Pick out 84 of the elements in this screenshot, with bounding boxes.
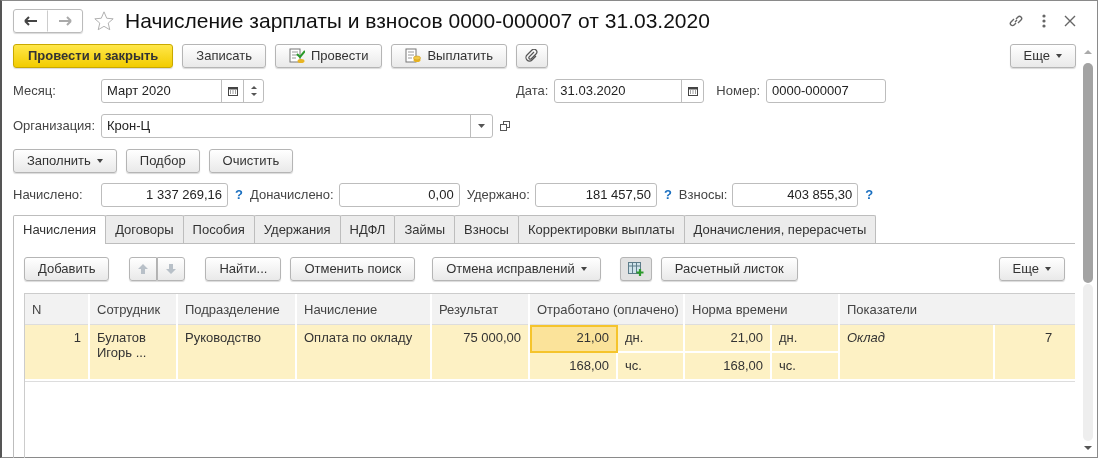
- table-cell: чс.: [618, 353, 685, 381]
- button[interactable]: Добавить: [24, 257, 110, 281]
- button[interactable]: Записать: [182, 44, 266, 68]
- help-icon[interactable]: ?: [865, 185, 874, 205]
- total-label: Удержано:: [466, 186, 530, 205]
- tab[interactable]: Займы: [394, 214, 456, 243]
- field-label: Дата:: [515, 82, 549, 101]
- caret-icon: [1056, 54, 1062, 58]
- total-field[interactable]: 403 855,30: [733, 184, 858, 206]
- spin-down-icon[interactable]: [250, 93, 257, 97]
- total-field[interactable]: 0,00: [339, 184, 459, 206]
- total-label: Доначислено:: [249, 186, 334, 205]
- scroll-down-icon[interactable]: [1084, 445, 1092, 451]
- table-cell: 1: [25, 325, 90, 381]
- window-title: Начисление зарплаты и взносов 0000-000007 от 31.03.2020: [125, 8, 710, 35]
- total-label: Начислено:: [13, 186, 84, 205]
- star-icon[interactable]: [93, 10, 115, 32]
- back-arrow-icon: [24, 16, 38, 26]
- paperclip-icon: [524, 49, 539, 63]
- dropdown-caret-icon[interactable]: [478, 124, 485, 128]
- field-label: Месяц:: [13, 82, 57, 101]
- tab[interactable]: Удержания: [253, 214, 341, 243]
- calendar-icon[interactable]: [227, 86, 238, 96]
- table-cell: Булатов Игорь ...: [90, 325, 178, 381]
- table-plus-icon: [627, 262, 644, 276]
- more-button[interactable]: Еще: [1009, 44, 1076, 68]
- help-icon[interactable]: ?: [235, 185, 243, 205]
- field-label: Номер:: [716, 82, 760, 101]
- date-field[interactable]: 31.03.2020: [555, 80, 682, 102]
- tab[interactable]: Договоры: [105, 214, 184, 243]
- document-coins-icon: [405, 48, 422, 64]
- tab[interactable]: Начисления: [13, 214, 107, 244]
- button[interactable]: Провести: [274, 44, 383, 68]
- total-label: Взносы:: [678, 186, 728, 205]
- month-picker[interactable]: Март 2020: [101, 79, 264, 103]
- tab[interactable]: Взносы: [454, 214, 519, 243]
- table-cell: 168,00: [685, 353, 772, 381]
- field-label: Организация:: [13, 117, 97, 136]
- forward-arrow-icon: [58, 16, 72, 26]
- date-picker[interactable]: 31.03.2020: [554, 79, 705, 103]
- total-field[interactable]: 1 337 269,16: [102, 184, 227, 206]
- month-field[interactable]: Март 2020: [102, 80, 221, 102]
- table-cell: Оклад: [840, 325, 995, 381]
- open-window-icon[interactable]: [500, 121, 510, 131]
- close-icon[interactable]: [1064, 15, 1076, 27]
- total-field[interactable]: 181 457,50: [535, 184, 656, 206]
- help-icon[interactable]: ?: [663, 185, 672, 205]
- table-cell: дн.: [618, 325, 685, 353]
- button[interactable]: Выплатить: [391, 44, 507, 68]
- more-button[interactable]: Еще: [998, 257, 1065, 281]
- table-cell: Руководство: [178, 325, 297, 381]
- table-cell: дн.: [772, 325, 840, 353]
- add-column-button[interactable]: [619, 257, 652, 281]
- table-cell: чс.: [772, 353, 840, 381]
- table-cell: 21,00: [685, 325, 772, 353]
- dropdown-button[interactable]: Заполнить: [13, 149, 117, 173]
- caret-icon: [1045, 267, 1051, 271]
- attach-button[interactable]: [515, 44, 548, 68]
- post-and-close-button[interactable]: Провести и закрыть: [13, 44, 174, 68]
- caret-icon: [96, 159, 103, 163]
- button[interactable]: Очистить: [208, 149, 294, 173]
- button[interactable]: Отменить поиск: [290, 257, 416, 281]
- table-cell: Оплата по окладу: [297, 325, 432, 381]
- spin-up-icon[interactable]: [250, 85, 257, 89]
- table-cell: 7: [995, 325, 1075, 381]
- link-icon[interactable]: [1008, 13, 1024, 29]
- tab[interactable]: Доначисления, перерасчеты: [683, 214, 877, 243]
- dropdown-button[interactable]: Отмена исправлений: [432, 257, 601, 281]
- tab[interactable]: Корректировки выплаты: [517, 214, 685, 243]
- number-field[interactable]: 0000-000007: [767, 80, 885, 102]
- document-check-icon: [288, 48, 305, 64]
- button[interactable]: Найти...: [205, 257, 282, 281]
- button[interactable]: Расчетный листок: [660, 257, 798, 281]
- tab[interactable]: НДФЛ: [339, 214, 396, 243]
- table-cell: 21,00: [530, 325, 618, 353]
- up-arrow-icon: [137, 263, 150, 275]
- tab[interactable]: Пособия: [182, 214, 255, 243]
- more-icon[interactable]: [1042, 14, 1046, 28]
- table-row[interactable]: 1 Булатов Игорь ... Руководство Оплата по окладу 75 000,00 21,00 дн. 168,00 чс. 21,00 дн. 168,00 чс. Оклад 7: [25, 325, 1075, 382]
- button[interactable]: Подбор: [125, 149, 200, 173]
- table-cell: 168,00: [530, 353, 618, 381]
- calendar-icon[interactable]: [687, 86, 698, 96]
- caret-icon: [580, 267, 587, 271]
- down-arrow-icon: [165, 263, 178, 275]
